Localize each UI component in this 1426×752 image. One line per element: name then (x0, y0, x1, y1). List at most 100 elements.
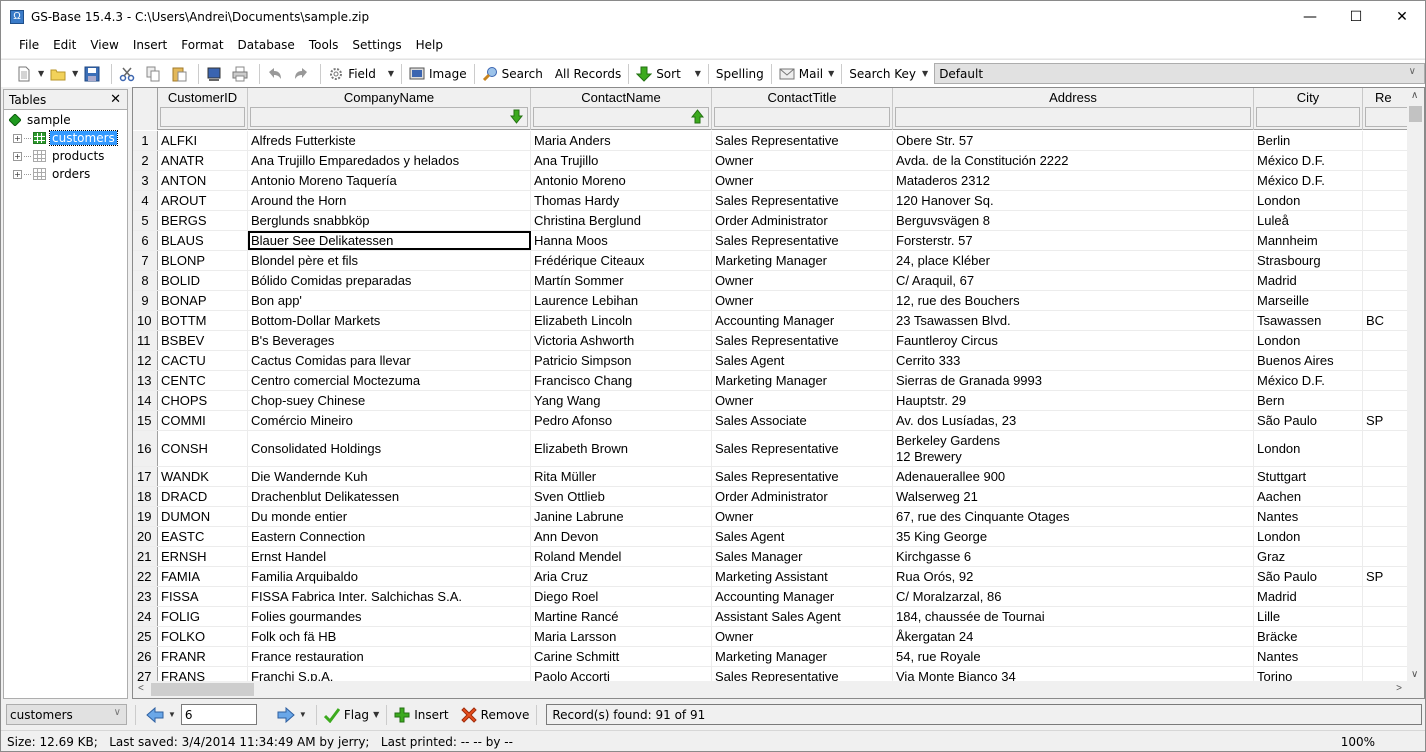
row-number[interactable]: 10 (133, 311, 158, 330)
row-number[interactable]: 22 (133, 567, 158, 586)
table-row[interactable]: 16 CONSH Consolidated Holdings Elizabeth Br… (133, 431, 1423, 467)
row-number[interactable]: 18 (133, 487, 158, 506)
cell-contacttitle[interactable]: Marketing Manager (712, 371, 893, 390)
table-row[interactable]: 14 CHOPS Chop-suey Chinese Yang Wang Owner Ha… (133, 391, 1423, 411)
cell-companyname[interactable]: Berglunds snabbköp (248, 211, 531, 230)
all-records-button[interactable]: All Records (552, 63, 624, 85)
image-button[interactable]: Image (406, 63, 470, 85)
scroll-up-icon[interactable]: ∧ (1411, 90, 1418, 101)
horizontal-scrollbar[interactable]: < > (133, 681, 1424, 698)
filter-input[interactable] (1256, 107, 1360, 127)
cell-contacttitle[interactable]: Sales Manager (712, 547, 893, 566)
cell-address[interactable]: 24, place Kléber (893, 251, 1254, 270)
table-row[interactable]: 22 FAMIA Familia Arquibaldo Aria Cruz Market… (133, 567, 1423, 587)
cell-customerid[interactable]: CENTC (158, 371, 248, 390)
cell-city[interactable]: São Paulo (1254, 411, 1363, 430)
cell-contactname[interactable]: Maria Larsson (531, 627, 712, 646)
cell-address[interactable]: Forsterstr. 57 (893, 231, 1254, 250)
menu-format[interactable]: Format (174, 38, 230, 52)
row-number[interactable]: 17 (133, 467, 158, 486)
expand-icon[interactable]: + (13, 169, 22, 179)
cell-address[interactable]: C/ Moralzarzal, 86 (893, 587, 1254, 606)
column-header-customerid[interactable]: CustomerID (158, 88, 248, 130)
column-header-companyname[interactable]: CompanyName (248, 88, 531, 130)
row-number[interactable]: 26 (133, 647, 158, 666)
row-number[interactable]: 15 (133, 411, 158, 430)
cell-customerid[interactable]: FISSA (158, 587, 248, 606)
expand-icon[interactable]: + (13, 151, 22, 161)
cell-address[interactable]: Cerrito 333 (893, 351, 1254, 370)
minimize-button[interactable]: — (1287, 1, 1333, 32)
table-row[interactable]: 5 BERGS Berglunds snabbköp Christina Berglu… (133, 211, 1423, 231)
cell-city[interactable]: Mannheim (1254, 231, 1363, 250)
cell-city[interactable]: Graz (1254, 547, 1363, 566)
cell-companyname[interactable]: Centro comercial Moctezuma (248, 371, 531, 390)
cell-contactname[interactable]: Pedro Afonso (531, 411, 712, 430)
cell-contactname[interactable]: Ana Trujillo (531, 151, 712, 170)
row-number[interactable]: 14 (133, 391, 158, 410)
row-number[interactable]: 6 (133, 231, 158, 250)
cell-companyname[interactable]: Die Wandernde Kuh (248, 467, 531, 486)
cell-companyname[interactable]: Alfreds Futterkiste (248, 131, 531, 150)
cell-companyname[interactable]: Drachenblut Delikatessen (248, 487, 531, 506)
filter-input[interactable] (714, 107, 890, 127)
cell-contacttitle[interactable]: Owner (712, 291, 893, 310)
cell-contacttitle[interactable]: Owner (712, 627, 893, 646)
cell-address[interactable]: 35 King George (893, 527, 1254, 546)
scroll-down-icon[interactable]: ∨ (1411, 669, 1418, 680)
cell-contactname[interactable]: Roland Mendel (531, 547, 712, 566)
cell-contacttitle[interactable]: Sales Agent (712, 527, 893, 546)
table-row[interactable]: 11 BSBEV B's Beverages Victoria Ashworth Sal… (133, 331, 1423, 351)
cell-contactname[interactable]: Martín Sommer (531, 271, 712, 290)
table-row[interactable]: 12 CACTU Cactus Comidas para llevar Patrici… (133, 351, 1423, 371)
tree-item-orders[interactable]: + orders (4, 165, 127, 183)
cell-customerid[interactable]: COMMI (158, 411, 248, 430)
cell-contacttitle[interactable]: Order Administrator (712, 211, 893, 230)
cell-city[interactable]: Lille (1254, 607, 1363, 626)
cell-address[interactable]: 23 Tsawassen Blvd. (893, 311, 1254, 330)
cell-contactname[interactable]: Martine Rancé (531, 607, 712, 626)
cell-address[interactable]: 184, chaussée de Tournai (893, 607, 1254, 626)
table-row[interactable]: 23 FISSA FISSA Fabrica Inter. Salchichas S… (133, 587, 1423, 607)
paste-button[interactable] (168, 63, 194, 85)
cell-contactname[interactable]: Yang Wang (531, 391, 712, 410)
cell-contacttitle[interactable]: Marketing Manager (712, 251, 893, 270)
row-number[interactable]: 8 (133, 271, 158, 290)
scroll-right-icon[interactable]: > (1396, 683, 1402, 694)
cell-city[interactable]: London (1254, 331, 1363, 350)
cell-city[interactable]: Marseille (1254, 291, 1363, 310)
row-number[interactable]: 12 (133, 351, 158, 370)
cell-address[interactable]: Kirchgasse 6 (893, 547, 1254, 566)
cell-companyname[interactable]: FISSA Fabrica Inter. Salchichas S.A. (248, 587, 531, 606)
mail-button[interactable]: Mail ▼ (776, 63, 838, 85)
cell-contactname[interactable]: Patricio Simpson (531, 351, 712, 370)
column-header-city[interactable]: City (1254, 88, 1363, 130)
new-button[interactable]: ▼ (13, 63, 47, 85)
cell-customerid[interactable]: DUMON (158, 507, 248, 526)
cell-city[interactable]: São Paulo (1254, 567, 1363, 586)
filter-input[interactable] (533, 107, 709, 127)
sort-button[interactable]: Sort ▼ (633, 63, 704, 85)
cell-address[interactable]: Walserweg 21 (893, 487, 1254, 506)
table-row[interactable]: 3 ANTON Antonio Moreno Taquería Antonio Mor… (133, 171, 1423, 191)
column-header-address[interactable]: Address (893, 88, 1254, 130)
chevron-down-icon[interactable]: ▼ (373, 710, 379, 719)
table-row[interactable]: 24 FOLIG Folies gourmandes Martine Rancé Ass… (133, 607, 1423, 627)
flag-button[interactable]: Flag ▼ (321, 704, 382, 726)
previous-record-icon[interactable] (146, 706, 164, 723)
cell-city[interactable]: México D.F. (1254, 371, 1363, 390)
row-number[interactable]: 23 (133, 587, 158, 606)
table-row[interactable]: 21 ERNSH Ernst Handel Roland Mendel Sales Ma… (133, 547, 1423, 567)
cell-contactname[interactable]: Janine Labrune (531, 507, 712, 526)
menu-view[interactable]: View (83, 38, 125, 52)
scrollbar-thumb[interactable] (151, 683, 254, 696)
search-button[interactable]: Search (479, 63, 546, 85)
filter-input[interactable] (895, 107, 1251, 127)
copy-button[interactable] (142, 63, 168, 85)
next-record-icon[interactable] (277, 706, 295, 723)
tree-item-customers[interactable]: + customers (4, 129, 127, 147)
cell-city[interactable]: Nantes (1254, 507, 1363, 526)
row-number[interactable]: 3 (133, 171, 158, 190)
cell-customerid[interactable]: BOLID (158, 271, 248, 290)
chevron-down-icon[interactable]: ▼ (299, 710, 307, 719)
